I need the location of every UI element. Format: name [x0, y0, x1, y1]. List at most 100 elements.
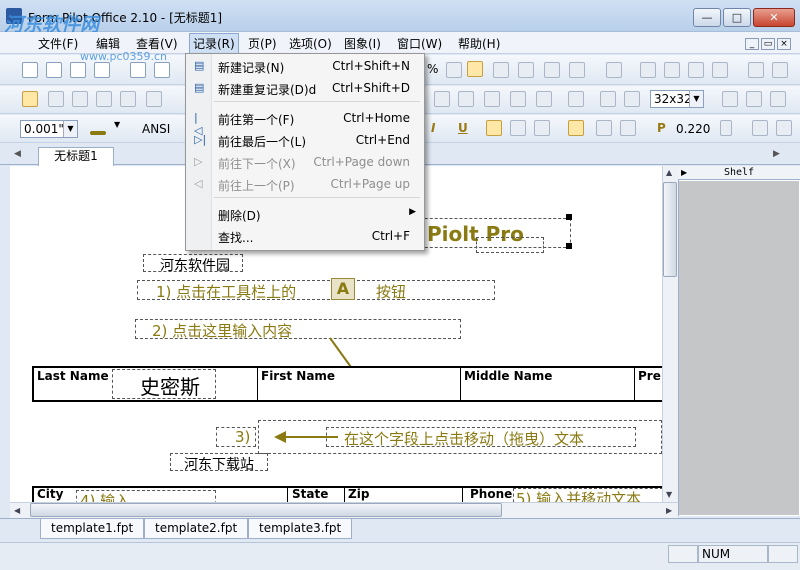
paragraph-button[interactable]: P — [657, 121, 666, 135]
template-tab-2[interactable]: template2.fpt — [144, 519, 249, 539]
scroll-left-icon[interactable]: ◀ — [14, 506, 20, 515]
scroll-down-icon[interactable]: ▼ — [666, 490, 672, 499]
spacing-value[interactable]: 0.220 — [676, 122, 710, 136]
template-tab-3[interactable]: template3.fpt — [248, 519, 353, 539]
pointer-icon[interactable] — [606, 62, 622, 78]
encoding-select[interactable]: ANSI — [142, 122, 170, 136]
resize-handle[interactable] — [566, 243, 572, 249]
text-tool-icon[interactable] — [22, 91, 38, 107]
fill-icon[interactable] — [484, 91, 500, 107]
rotate-icon[interactable] — [746, 91, 762, 107]
resize-handle[interactable] — [566, 214, 572, 220]
rectangle-tool-icon[interactable] — [72, 91, 88, 107]
tab-scroll-right-icon[interactable]: ▶ — [773, 149, 780, 159]
eraser2-icon[interactable] — [624, 91, 640, 107]
step2-text: 2) 点击这里输入内容 — [152, 322, 293, 340]
indent-left-icon[interactable] — [752, 120, 768, 136]
document-tab[interactable]: 无标题1 — [38, 147, 114, 166]
open-folder-icon[interactable] — [70, 62, 86, 78]
align-left-icon[interactable] — [640, 62, 656, 78]
template-tab-1[interactable]: template1.fpt — [40, 519, 145, 539]
chevron-down-icon[interactable]: ▼ — [114, 120, 120, 129]
line-color-icon[interactable] — [90, 131, 106, 135]
arrow-left-icon[interactable] — [510, 91, 526, 107]
menu-item-shortcut: Ctrl+Shift+D — [332, 81, 410, 95]
indent-right-icon[interactable] — [776, 120, 792, 136]
scroll-up-icon[interactable]: ▲ — [666, 168, 672, 177]
print-preview-icon[interactable] — [154, 62, 170, 78]
menu-help[interactable]: 帮助(H) — [458, 35, 500, 52]
space-horizontal-icon[interactable] — [748, 62, 764, 78]
print-icon[interactable] — [130, 62, 146, 78]
shelf-body[interactable] — [679, 181, 799, 515]
menu-page[interactable]: 页(P) — [248, 35, 277, 52]
align-center-icon[interactable] — [664, 62, 680, 78]
new-icon[interactable] — [22, 62, 38, 78]
line-width-select[interactable]: 0.001" ▼ — [20, 120, 78, 138]
menu-options[interactable]: 选项(O) — [289, 35, 332, 52]
spin-icon[interactable] — [720, 120, 732, 136]
maximize-button[interactable]: □ — [723, 8, 751, 27]
status-panel — [768, 545, 798, 563]
text-box[interactable] — [476, 237, 544, 253]
menu-go-last[interactable]: ▷| 前往最后一个(L) Ctrl+End — [186, 129, 424, 151]
home-icon[interactable] — [568, 91, 584, 107]
line-width-value: 0.001" — [24, 122, 64, 136]
copy-icon[interactable] — [770, 91, 786, 107]
crop-icon[interactable] — [434, 91, 450, 107]
mdi-minimize-icon[interactable]: _ — [745, 38, 759, 50]
polygon-tool-icon[interactable] — [146, 91, 162, 107]
menu-go-first[interactable]: |◁ 前往第一个(F) Ctrl+Home — [186, 107, 424, 137]
align-top-icon[interactable] — [688, 62, 704, 78]
mdi-close-icon[interactable]: × — [777, 38, 791, 50]
frame-icon[interactable] — [458, 91, 474, 107]
fit-page-icon[interactable] — [467, 61, 483, 77]
icon-size-select[interactable]: 32x32 ▼ — [650, 90, 704, 108]
zoom-dropdown-icon[interactable] — [446, 62, 462, 78]
menu-item-label: 查找... — [218, 231, 254, 245]
insert-page-icon[interactable] — [722, 91, 738, 107]
menu-delete[interactable]: 删除(D) ▶ — [186, 203, 424, 225]
first-name-label: First Name — [261, 369, 336, 383]
eraser-icon[interactable] — [600, 91, 616, 107]
shelf-expand-icon[interactable]: ▶ — [681, 168, 687, 177]
save-icon[interactable] — [94, 62, 110, 78]
tab-scroll-left-icon[interactable]: ◀ — [14, 149, 21, 159]
arrow-right-icon[interactable] — [536, 91, 552, 107]
menu-item-shortcut: Ctrl+Home — [343, 111, 410, 125]
space-vertical-icon[interactable] — [772, 62, 788, 78]
copy-page-icon[interactable] — [46, 62, 62, 78]
minimize-button[interactable]: — — [693, 8, 721, 27]
horizontal-scroll-thumb[interactable] — [30, 503, 502, 517]
menu-window[interactable]: 窗口(W) — [397, 35, 442, 52]
menu-record[interactable]: 记录(R) — [189, 33, 239, 54]
align-bottom-icon[interactable] — [712, 62, 728, 78]
rounded-rect-tool-icon[interactable] — [96, 91, 112, 107]
align-center-text-icon[interactable] — [510, 120, 526, 136]
close-button[interactable]: ✕ — [753, 8, 795, 27]
grid-icon[interactable] — [518, 62, 534, 78]
menu-find[interactable]: 查找... Ctrl+F — [186, 225, 424, 247]
mdi-restore-icon[interactable]: ▭ — [761, 38, 775, 50]
check-tool-icon[interactable] — [48, 91, 64, 107]
image-icon[interactable] — [569, 62, 585, 78]
move-down-icon[interactable] — [620, 120, 636, 136]
underline-button[interactable]: U — [458, 121, 468, 135]
field-divider — [462, 486, 463, 502]
table-icon[interactable] — [544, 62, 560, 78]
italic-button[interactable]: I — [431, 121, 435, 135]
menu-item-shortcut: Ctrl+End — [355, 133, 410, 147]
menu-duplicate-record[interactable]: ▤ 新建重复记录(D)d Ctrl+Shift+D — [186, 77, 424, 99]
menu-item-label: 前往下一个(X) — [218, 157, 296, 171]
vertical-scroll-thumb[interactable] — [663, 182, 677, 277]
align-right-text-icon[interactable] — [534, 120, 550, 136]
move-right-icon[interactable] — [568, 120, 584, 136]
zoom-icon[interactable] — [493, 62, 509, 78]
move-up-icon[interactable] — [596, 120, 612, 136]
scroll-right-icon[interactable]: ▶ — [666, 506, 672, 515]
ellipse-tool-icon[interactable] — [120, 91, 136, 107]
menu-image[interactable]: 图象(I) — [344, 35, 381, 52]
menu-file[interactable]: 文件(F) — [38, 35, 78, 52]
menu-new-record[interactable]: ▤ 新建记录(N) Ctrl+Shift+N — [186, 55, 424, 77]
align-left-text-icon[interactable] — [486, 120, 502, 136]
